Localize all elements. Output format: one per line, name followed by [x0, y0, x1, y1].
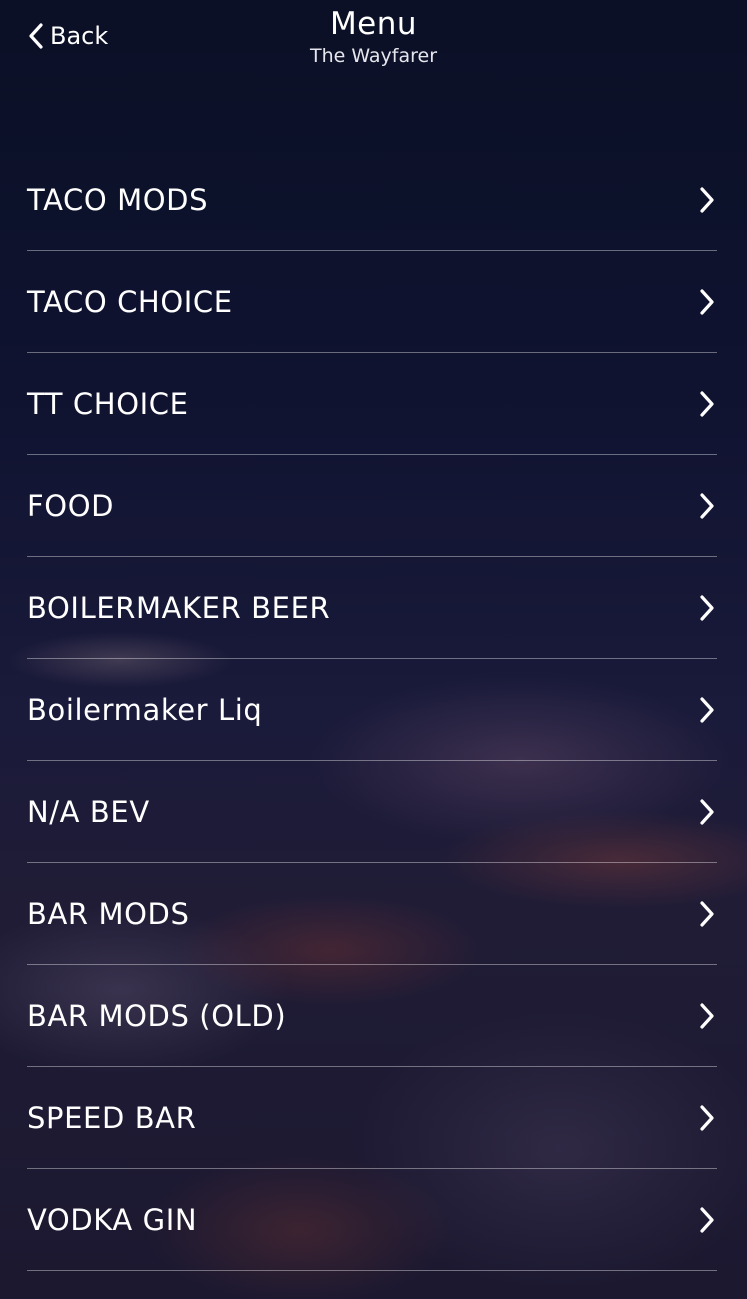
- menu-item-label: N/A BEV: [27, 794, 150, 829]
- chevron-right-icon: [700, 798, 714, 825]
- menu-item-label: BOILERMAKER BEER: [27, 590, 331, 625]
- menu-item-bar-mods-old[interactable]: BAR MODS (OLD): [27, 965, 717, 1067]
- nav-header: Back Menu The Wayfarer: [0, 0, 747, 90]
- title-block: Menu The Wayfarer: [0, 4, 747, 68]
- menu-item-tt-choice[interactable]: TT CHOICE: [27, 353, 717, 455]
- page-title: Menu: [329, 6, 418, 42]
- menu-item-label: TT CHOICE: [27, 386, 189, 421]
- menu-item-label: BAR MODS: [27, 896, 190, 931]
- menu-item-label: FOOD: [27, 488, 115, 523]
- menu-item-na-bev[interactable]: N/A BEV: [27, 761, 717, 863]
- menu-item-label: TACO CHOICE: [27, 284, 233, 319]
- chevron-right-icon: [700, 1104, 714, 1131]
- chevron-right-icon: [700, 492, 714, 519]
- menu-category-list: TACO MODS TACO CHOICE TT CHOICE FOOD BOI…: [27, 149, 717, 1271]
- chevron-right-icon: [700, 900, 714, 927]
- chevron-right-icon: [700, 186, 714, 213]
- menu-item-boilermaker-liq[interactable]: Boilermaker Liq: [27, 659, 717, 761]
- menu-item-bar-mods[interactable]: BAR MODS: [27, 863, 717, 965]
- menu-item-vodka-gin[interactable]: VODKA GIN: [27, 1169, 717, 1271]
- page-subtitle: The Wayfarer: [309, 45, 438, 67]
- chevron-right-icon: [700, 1206, 714, 1233]
- chevron-right-icon: [700, 696, 714, 723]
- chevron-right-icon: [700, 1002, 714, 1029]
- chevron-right-icon: [700, 390, 714, 417]
- menu-item-label: SPEED BAR: [27, 1100, 197, 1135]
- menu-item-boilermaker-beer[interactable]: BOILERMAKER BEER: [27, 557, 717, 659]
- menu-item-label: VODKA GIN: [27, 1202, 198, 1237]
- menu-item-label: Boilermaker Liq: [27, 692, 263, 727]
- menu-item-label: BAR MODS (OLD): [27, 998, 287, 1033]
- menu-item-food[interactable]: FOOD: [27, 455, 717, 557]
- menu-item-label: TACO MODS: [27, 182, 209, 217]
- chevron-right-icon: [700, 288, 714, 315]
- chevron-right-icon: [700, 594, 714, 621]
- menu-item-speed-bar[interactable]: SPEED BAR: [27, 1067, 717, 1169]
- menu-item-taco-mods[interactable]: TACO MODS: [27, 149, 717, 251]
- menu-item-taco-choice[interactable]: TACO CHOICE: [27, 251, 717, 353]
